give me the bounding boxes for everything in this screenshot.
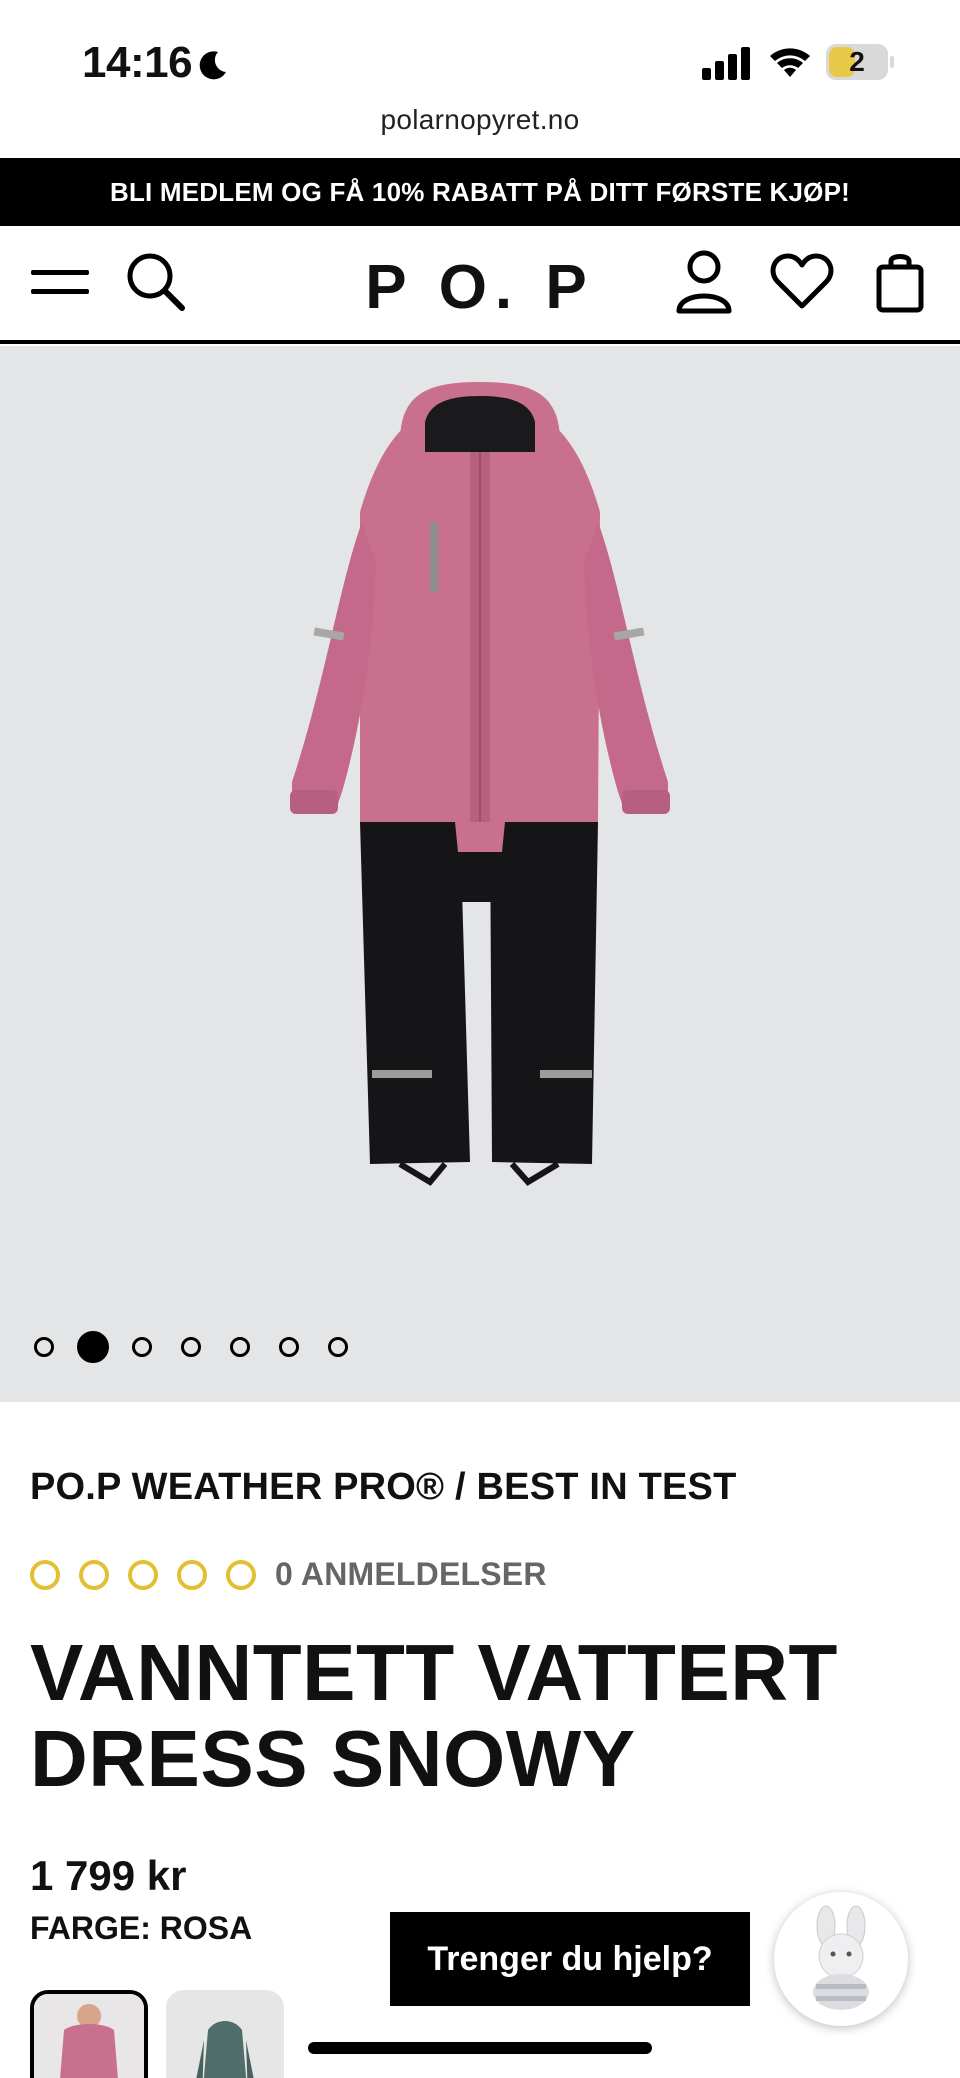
menu-icon[interactable] bbox=[24, 246, 96, 318]
battery-level: 2 bbox=[849, 46, 865, 77]
gallery-dot[interactable] bbox=[230, 1337, 250, 1357]
home-indicator bbox=[308, 2042, 652, 2054]
chat-mascot-avatar[interactable] bbox=[774, 1892, 908, 2026]
product-image-snowsuit bbox=[290, 382, 670, 1186]
product-title: VANNTETT VATTERT DRESS SNOWY bbox=[30, 1630, 910, 1802]
reviews-count[interactable]: 0 ANMELDELSER bbox=[275, 1556, 547, 1593]
product-title-line: VANNTETT VATTERT bbox=[30, 1628, 838, 1717]
product-title-line: DRESS SNOWY bbox=[30, 1714, 636, 1803]
product-category[interactable]: PO.P WEATHER PRO® / BEST IN TEST bbox=[30, 1466, 737, 1509]
product-price: 1 799 kr bbox=[30, 1852, 187, 1899]
promo-banner[interactable]: BLI MEDLEM OG FÅ 10% RABATT PÅ DITT FØRS… bbox=[0, 158, 960, 226]
bag-icon[interactable] bbox=[864, 246, 936, 318]
cellular-signal-icon bbox=[702, 47, 750, 80]
gallery-dot-active[interactable] bbox=[77, 1331, 109, 1363]
moon-icon bbox=[199, 51, 226, 80]
search-icon[interactable] bbox=[120, 246, 192, 318]
color-swatch-rosa[interactable] bbox=[30, 1990, 148, 2078]
rating-star-icon bbox=[30, 1559, 60, 1590]
battery-icon: 2 bbox=[826, 44, 894, 80]
rating-star-icon bbox=[79, 1559, 109, 1590]
rating-star-icon bbox=[226, 1559, 256, 1590]
status-time: 14:16 bbox=[82, 38, 193, 87]
browser-url[interactable]: polarnopyret.no bbox=[0, 104, 960, 136]
rating-star-icon bbox=[177, 1559, 207, 1590]
gallery-dot[interactable] bbox=[34, 1337, 54, 1357]
gallery-pagination bbox=[34, 1330, 377, 1364]
gallery-dot[interactable] bbox=[132, 1337, 152, 1357]
product-rating[interactable]: 0 ANMELDELSER bbox=[30, 1556, 547, 1593]
site-header: P O. P bbox=[0, 226, 960, 344]
color-swatch-green[interactable] bbox=[166, 1990, 284, 2078]
rating-star-icon bbox=[128, 1559, 158, 1590]
status-bar: 14:16 2 bbox=[0, 0, 960, 100]
wifi-icon bbox=[770, 48, 810, 77]
color-label: FARGE: ROSA bbox=[30, 1910, 253, 1946]
help-chat-button[interactable]: Trenger du hjelp? bbox=[390, 1912, 750, 2006]
heart-icon[interactable] bbox=[766, 246, 838, 318]
gallery-dot[interactable] bbox=[181, 1337, 201, 1357]
product-image-gallery[interactable] bbox=[0, 346, 960, 1402]
gallery-dot[interactable] bbox=[279, 1337, 299, 1357]
account-icon[interactable] bbox=[668, 246, 740, 318]
site-logo[interactable]: P O. P bbox=[330, 252, 630, 323]
gallery-dot[interactable] bbox=[328, 1337, 348, 1357]
